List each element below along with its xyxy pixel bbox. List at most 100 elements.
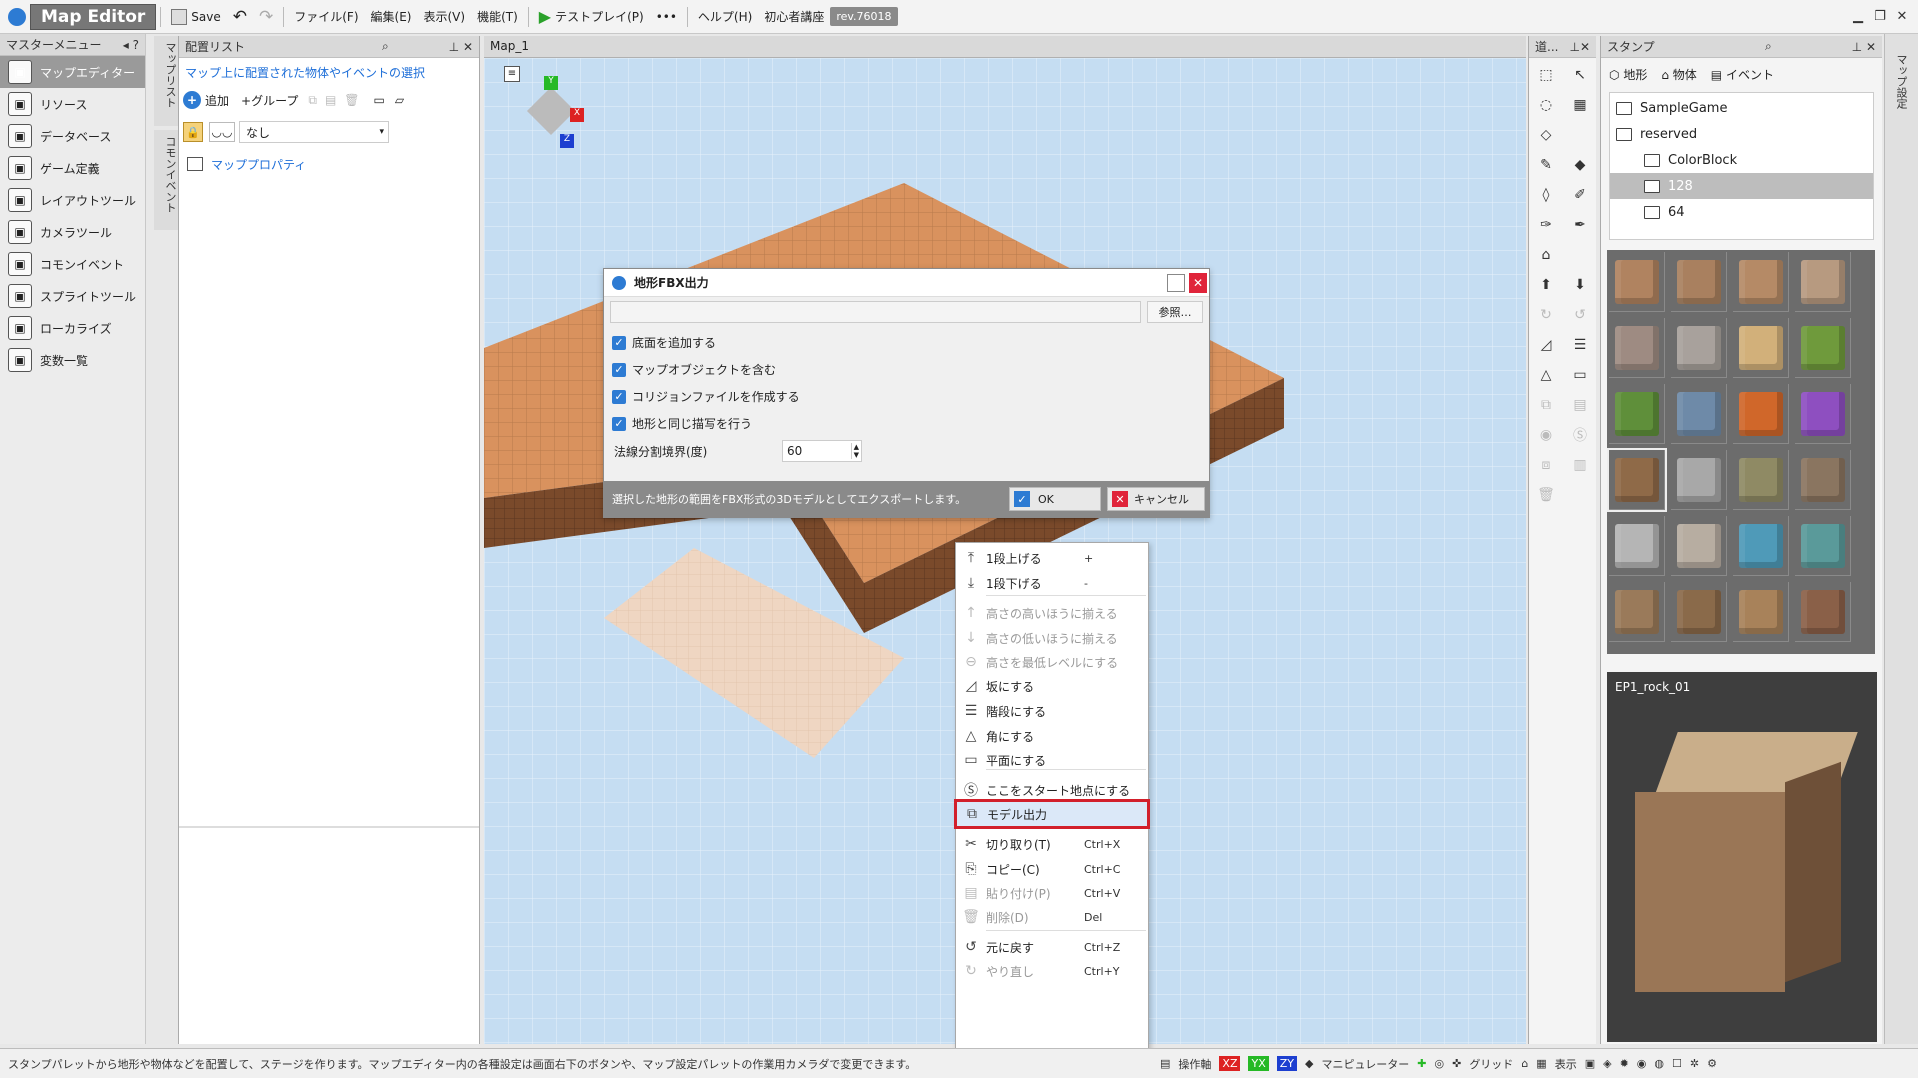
context-menu-item[interactable]: 🗑 削除(D) Del [956, 904, 1148, 930]
select-arrow-icon[interactable]: ↖ [1567, 62, 1593, 88]
context-menu-item[interactable]: ⎘ コピー(C) Ctrl+C [956, 856, 1148, 882]
stamp-tile[interactable] [1795, 384, 1851, 444]
box-tool-icon[interactable]: ▭ [1567, 362, 1593, 388]
redo-button[interactable]: ↷ [253, 4, 279, 30]
context-menu-item[interactable]: ☰ 階段にする [956, 698, 1148, 724]
context-menu-item[interactable]: ▤ 貼り付け(P) Ctrl+V [956, 880, 1148, 906]
brush-alt-icon[interactable]: ✒ [1567, 212, 1593, 238]
stamp-tile[interactable] [1733, 318, 1789, 378]
start-tool-icon[interactable]: Ⓢ [1567, 422, 1593, 448]
layer-select[interactable]: なし ▾ [239, 121, 389, 143]
rotate-alt-icon[interactable]: ↺ [1567, 302, 1593, 328]
stamp-tile[interactable] [1671, 384, 1727, 444]
stamp-tile[interactable] [1795, 450, 1851, 510]
gizmo-x-axis[interactable]: X [570, 108, 584, 122]
more-button[interactable]: ••• [650, 4, 683, 30]
add-button[interactable]: 追加 [205, 92, 229, 109]
tree-icon[interactable]: ✲ [1690, 1057, 1699, 1070]
manipulator-icon[interactable]: ◆ [1305, 1057, 1313, 1070]
brush-icon[interactable]: ✑ [1533, 212, 1559, 238]
normal-spinner[interactable]: 60 ▲ ▼ [782, 440, 862, 462]
option-checkbox[interactable]: ✓ [612, 362, 626, 377]
menu-file[interactable]: ファイル(F) [288, 4, 364, 30]
ok-button[interactable]: ✓ OK [1009, 487, 1101, 511]
xz-button[interactable]: XZ [1219, 1056, 1241, 1071]
context-menu-item[interactable]: ⤒ 1段上げる + [956, 545, 1148, 571]
path-field[interactable] [610, 301, 1141, 323]
context-menu-item[interactable]: ▭ 平面にする [956, 747, 1148, 773]
master-menu-item[interactable]: ▣ レイアウトツール [0, 184, 145, 216]
paint-bucket-icon[interactable]: ◆ [1567, 152, 1593, 178]
context-menu-item[interactable]: ✂ 切り取り(T) Ctrl+X [956, 831, 1148, 857]
eye-icon[interactable]: ◡◡ [209, 122, 235, 142]
copy-icon[interactable]: ⧉ [308, 93, 317, 108]
maximize-button[interactable]: ❐ [1870, 6, 1890, 28]
yx-button[interactable]: YX [1248, 1056, 1269, 1071]
viewport-tab[interactable]: Map_1 [484, 36, 1526, 58]
copy-tool-icon[interactable]: ⧉ [1533, 392, 1559, 418]
settings-icon[interactable]: ⚙ [1707, 1057, 1717, 1070]
axis-icon[interactable]: ▤ [1160, 1057, 1170, 1070]
master-menu-item[interactable]: ▣ ローカライズ [0, 312, 145, 344]
stamp-tile[interactable] [1733, 252, 1789, 312]
folder-icon[interactable]: ▭ [374, 93, 385, 107]
master-menu-item[interactable]: ▣ コモンイベント [0, 248, 145, 280]
cube-icon[interactable]: ◇ [1533, 122, 1559, 148]
menu-help[interactable]: ヘルプ(H) [692, 4, 758, 30]
spinner-arrows-icon[interactable]: ▲ ▼ [850, 443, 861, 459]
stamp-tile[interactable] [1733, 384, 1789, 444]
master-menu-item[interactable]: ▣ ゲーム定義 [0, 152, 145, 184]
stamp-tile[interactable] [1795, 252, 1851, 312]
menu-edit[interactable]: 編集(E) [365, 4, 418, 30]
master-menu-item[interactable]: ▣ スプライトツール [0, 280, 145, 312]
pencil-icon[interactable]: ✎ [1533, 152, 1559, 178]
tab-common-event[interactable]: コモンイベント [154, 130, 178, 230]
context-menu-item[interactable]: ↻ やり直し Ctrl+Y [956, 958, 1148, 984]
eraser-icon[interactable]: ◊ [1533, 182, 1559, 208]
stamp-tile[interactable] [1795, 582, 1851, 642]
dialog-maximize-button[interactable] [1167, 273, 1185, 292]
lasso-icon[interactable]: ◌ [1533, 92, 1559, 118]
tree-item[interactable]: ColorBlock [1610, 147, 1873, 173]
save-button[interactable]: Save [165, 4, 226, 30]
axis-gizmo[interactable]: ≡ Y X Z [504, 66, 594, 156]
panel-pin-icon[interactable]: ⊥✕ [1569, 40, 1590, 54]
stamp-tile[interactable] [1733, 516, 1789, 576]
stamp-tile[interactable] [1607, 448, 1667, 512]
minimize-button[interactable]: ▁ [1848, 6, 1868, 28]
menu-view[interactable]: 表示(V) [417, 4, 471, 30]
stamp-tile[interactable] [1671, 450, 1727, 510]
triangle-tool-icon[interactable]: △ [1533, 362, 1559, 388]
context-menu-item[interactable]: ⊖ 高さを最低レベルにする [956, 649, 1148, 675]
tab-event[interactable]: ▤ イベント [1711, 66, 1774, 83]
context-menu-item[interactable]: △ 角にする [956, 723, 1148, 749]
stamp-tile[interactable] [1609, 252, 1665, 312]
stamp-tile[interactable] [1609, 318, 1665, 378]
group-button[interactable]: +グループ [241, 92, 298, 109]
camera-icon[interactable]: ◉ [1637, 1057, 1647, 1070]
select-rect-icon[interactable]: ⬚ [1533, 62, 1559, 88]
stairs-tool-icon[interactable]: ☰ [1567, 332, 1593, 358]
search-icon[interactable]: ⌕ [1765, 39, 1772, 54]
option-checkbox[interactable]: ✓ [612, 335, 626, 350]
trash-icon[interactable]: 🗑 [344, 93, 359, 107]
open-folder-icon[interactable]: ▱ [395, 93, 404, 107]
tree-item[interactable]: SampleGame [1610, 95, 1873, 121]
context-menu-item[interactable]: ⧉ モデル出力 [954, 799, 1150, 829]
lower-tool-icon[interactable]: ⬇ [1567, 272, 1593, 298]
context-menu-item[interactable]: ◿ 坂にする [956, 673, 1148, 699]
gizmo-z-axis[interactable]: Z [560, 134, 574, 148]
clipboard-tool-icon[interactable]: ▥ [1567, 452, 1593, 478]
stamp-tile[interactable] [1671, 582, 1727, 642]
context-menu-item[interactable]: ↺ 元に戻す Ctrl+Z [956, 934, 1148, 960]
master-menu-item[interactable]: ▣ 変数一覧 [0, 344, 145, 376]
export-tool-icon[interactable]: ⧈ [1533, 452, 1559, 478]
collapse-icon[interactable]: ◂ ? [123, 38, 139, 52]
gizmo-icon[interactable]: ✚ [1417, 1057, 1426, 1070]
slope-tool-icon[interactable]: ◿ [1533, 332, 1559, 358]
gizmo-menu-icon[interactable]: ≡ [504, 66, 520, 82]
stamp-tile[interactable] [1671, 318, 1727, 378]
search-icon[interactable]: ⌕ [382, 39, 389, 54]
undo-button[interactable]: ↶ [227, 4, 253, 30]
map-settings-tab[interactable]: マップ設定 [1884, 34, 1918, 1044]
